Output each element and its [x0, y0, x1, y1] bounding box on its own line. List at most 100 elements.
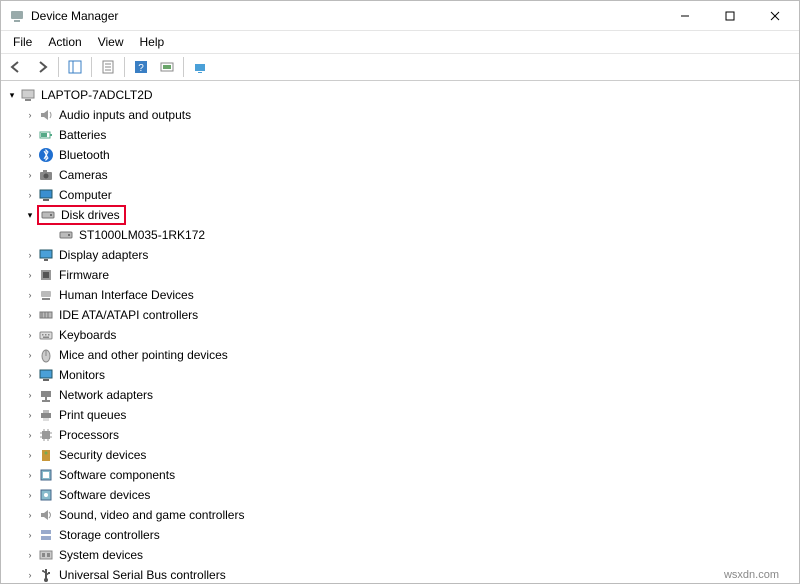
chevron-right-icon[interactable]: ›	[23, 130, 37, 140]
toolbar-separator	[183, 57, 184, 77]
category-row[interactable]: › Human Interface Devices	[1, 285, 799, 305]
chevron-right-icon[interactable]: ›	[23, 150, 37, 160]
system-icon	[37, 547, 55, 563]
device-tree[interactable]: ▾ LAPTOP-7ADCLT2D › Audio inputs and outp…	[1, 81, 799, 583]
category-row[interactable]: › Mice and other pointing devices	[1, 345, 799, 365]
menu-action[interactable]: Action	[40, 33, 89, 51]
add-legacy-button[interactable]	[188, 55, 212, 79]
chevron-right-icon[interactable]: ›	[23, 250, 37, 260]
help-button[interactable]: ?	[129, 55, 153, 79]
close-button[interactable]	[752, 1, 797, 31]
category-row[interactable]: › IDE ATA/ATAPI controllers	[1, 305, 799, 325]
back-button[interactable]	[4, 55, 28, 79]
chevron-right-icon[interactable]: ›	[23, 310, 37, 320]
chevron-right-icon[interactable]: ›	[23, 430, 37, 440]
category-row[interactable]: ›Computer	[1, 185, 799, 205]
chevron-down-icon[interactable]: ▾	[23, 210, 37, 221]
security-icon	[37, 447, 55, 463]
device-row[interactable]: ST1000LM035-1RK172	[1, 225, 799, 245]
chevron-right-icon[interactable]: ›	[23, 550, 37, 560]
toolbar-separator	[124, 57, 125, 77]
category-row[interactable]: › Batteries	[1, 125, 799, 145]
category-label: Network adapters	[59, 388, 153, 402]
category-label: Sound, video and game controllers	[59, 508, 244, 522]
category-label: Print queues	[59, 408, 126, 422]
chevron-right-icon[interactable]: ›	[23, 510, 37, 520]
chevron-right-icon[interactable]: ›	[23, 170, 37, 180]
menu-file[interactable]: File	[5, 33, 40, 51]
category-row[interactable]: › Network adapters	[1, 385, 799, 405]
category-row[interactable]: › Keyboards	[1, 325, 799, 345]
toolbar: ?	[1, 53, 799, 81]
scan-hardware-button[interactable]	[155, 55, 179, 79]
chevron-right-icon[interactable]: ›	[23, 450, 37, 460]
category-row[interactable]: ›Software components	[1, 465, 799, 485]
chevron-right-icon[interactable]: ›	[23, 270, 37, 280]
category-label: System devices	[59, 548, 143, 562]
show-hide-tree-button[interactable]	[63, 55, 87, 79]
category-label: Keyboards	[59, 328, 116, 342]
category-row[interactable]: › Cameras	[1, 165, 799, 185]
category-label: Monitors	[59, 368, 105, 382]
category-row[interactable]: › Print queues	[1, 405, 799, 425]
chevron-right-icon[interactable]: ›	[23, 370, 37, 380]
chevron-right-icon[interactable]: ›	[23, 410, 37, 420]
root-label: LAPTOP-7ADCLT2D	[41, 88, 153, 102]
firmware-icon	[37, 267, 55, 283]
chevron-right-icon[interactable]: ›	[23, 470, 37, 480]
bluetooth-icon	[37, 147, 55, 163]
category-row[interactable]: ›Storage controllers	[1, 525, 799, 545]
category-label: Batteries	[59, 128, 106, 142]
category-row[interactable]: ›Display adapters	[1, 245, 799, 265]
category-label: Firmware	[59, 268, 109, 282]
usb-icon	[37, 567, 55, 583]
app-icon	[9, 8, 25, 24]
chevron-right-icon[interactable]: ›	[23, 390, 37, 400]
chevron-right-icon[interactable]: ›	[23, 490, 37, 500]
category-label: Bluetooth	[59, 148, 110, 162]
mouse-icon	[37, 347, 55, 363]
category-row[interactable]: ›Processors	[1, 425, 799, 445]
menu-view[interactable]: View	[90, 33, 132, 51]
chevron-down-icon[interactable]: ▾	[5, 90, 19, 101]
chevron-right-icon[interactable]: ›	[23, 190, 37, 200]
category-row[interactable]: › Software devices	[1, 485, 799, 505]
category-row[interactable]: › Firmware	[1, 265, 799, 285]
category-label: Software devices	[59, 488, 150, 502]
category-label: Human Interface Devices	[59, 288, 194, 302]
category-row[interactable]: › Sound, video and game controllers	[1, 505, 799, 525]
category-label: Cameras	[59, 168, 108, 182]
menu-help[interactable]: Help	[132, 33, 173, 51]
properties-button[interactable]	[96, 55, 120, 79]
printer-icon	[37, 407, 55, 423]
chevron-right-icon[interactable]: ›	[23, 110, 37, 120]
category-row[interactable]: › Monitors	[1, 365, 799, 385]
monitor-icon	[37, 367, 55, 383]
speaker-icon	[37, 107, 55, 123]
chevron-right-icon[interactable]: ›	[23, 530, 37, 540]
category-label: Universal Serial Bus controllers	[59, 568, 226, 582]
chevron-right-icon[interactable]: ›	[23, 290, 37, 300]
category-row[interactable]: › Universal Serial Bus controllers	[1, 565, 799, 583]
forward-button[interactable]	[30, 55, 54, 79]
category-row[interactable]: › System devices	[1, 545, 799, 565]
computer-icon	[37, 187, 55, 203]
category-label: IDE ATA/ATAPI controllers	[59, 308, 198, 322]
maximize-button[interactable]	[707, 1, 752, 31]
category-row[interactable]: › Bluetooth	[1, 145, 799, 165]
network-icon	[37, 387, 55, 403]
category-row[interactable]: ›Security devices	[1, 445, 799, 465]
category-label: Mice and other pointing devices	[59, 348, 228, 362]
category-row[interactable]: › Audio inputs and outputs	[1, 105, 799, 125]
chevron-right-icon[interactable]: ›	[23, 350, 37, 360]
chevron-right-icon[interactable]: ›	[23, 570, 37, 580]
category-label: Audio inputs and outputs	[59, 108, 191, 122]
category-row[interactable]: ▾Disk drives	[1, 205, 799, 225]
software-comp-icon	[37, 467, 55, 483]
minimize-button[interactable]	[662, 1, 707, 31]
chevron-right-icon[interactable]: ›	[23, 330, 37, 340]
titlebar: Device Manager	[1, 1, 799, 31]
svg-text:?: ?	[138, 63, 144, 74]
device-label: ST1000LM035-1RK172	[79, 228, 205, 242]
tree-root[interactable]: ▾ LAPTOP-7ADCLT2D	[1, 85, 799, 105]
